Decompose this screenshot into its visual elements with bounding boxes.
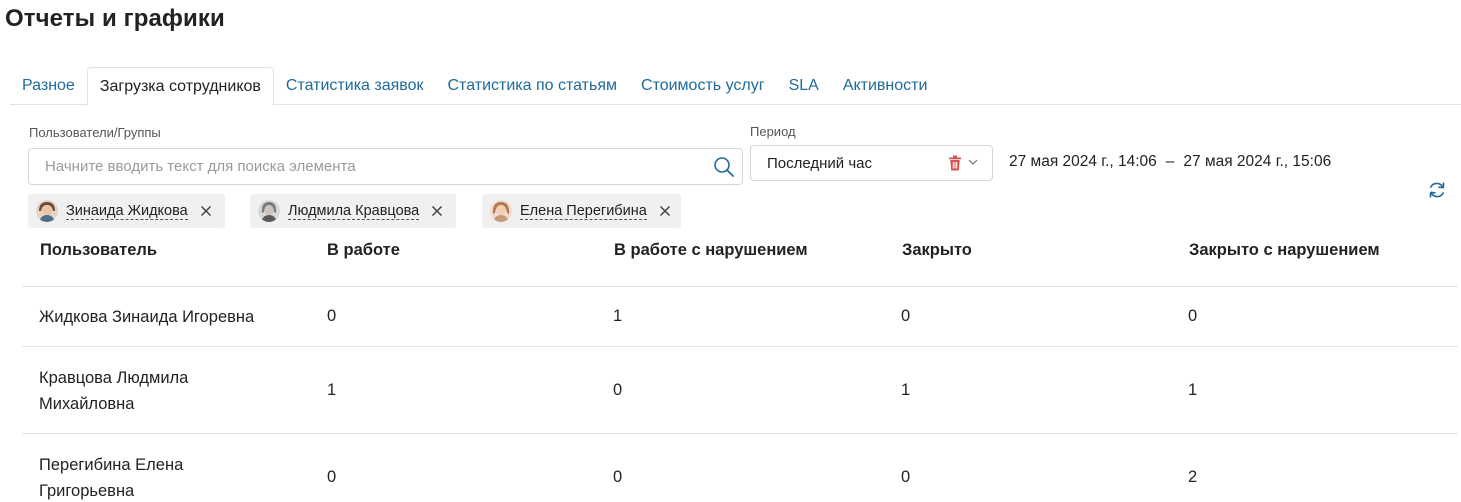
date-from: 27 мая 2024 г., 14:06 (1009, 153, 1157, 170)
tab-request-stats[interactable]: Статистика заявок (274, 67, 436, 105)
trash-icon[interactable] (948, 155, 962, 171)
user-name-cell: Кравцова Людмила Михайловна (39, 365, 188, 417)
tab-sla[interactable]: SLA (777, 67, 831, 105)
in-work-violation-cell: 1 (613, 307, 623, 325)
user-name-line: Григорьевна (39, 482, 135, 500)
close-icon[interactable] (200, 205, 212, 217)
users-search-input[interactable] (29, 149, 709, 184)
closed-violation-cell: 0 (1188, 307, 1198, 325)
user-chip: Людмила Кравцова (250, 194, 456, 228)
closed-cell: 0 (901, 307, 911, 325)
user-name-line: Михайловна (39, 395, 135, 413)
column-header[interactable]: В работе с нарушением (614, 241, 808, 260)
user-chip: Елена Перегибина (482, 194, 681, 228)
closed-violation-cell: 2 (1188, 468, 1198, 486)
closed-violation-cell: 1 (1188, 381, 1198, 399)
tab-service-cost[interactable]: Стоимость услуг (629, 67, 777, 105)
period-select-value: Последний час (767, 155, 873, 172)
chip-label[interactable]: Елена Перегибина (520, 203, 647, 220)
users-search-field (28, 148, 743, 185)
chevron-down-icon[interactable] (968, 158, 978, 166)
close-icon[interactable] (431, 205, 443, 217)
refresh-icon[interactable] (1427, 180, 1447, 200)
period-select[interactable]: Последний час (750, 145, 993, 181)
column-header[interactable]: В работе (327, 241, 400, 260)
in-work-violation-cell: 0 (613, 468, 623, 486)
closed-cell: 1 (901, 381, 911, 399)
column-header[interactable]: Закрыто с нарушением (1189, 241, 1380, 260)
report-tabs: Разное Загрузка сотрудников Статистика з… (10, 67, 1461, 106)
employee-load-table: Пользователь В работе В работе с нарушен… (22, 229, 1458, 502)
in-work-violation-cell: 0 (613, 381, 623, 399)
chip-label[interactable]: Людмила Кравцова (288, 203, 420, 220)
in-work-cell: 1 (327, 381, 337, 399)
users-groups-label: Пользователи/Группы (29, 125, 161, 140)
user-chip: Зинаида Жидкова (28, 194, 225, 228)
avatar (490, 200, 512, 222)
table-header: Пользователь В работе В работе с нарушен… (22, 229, 1458, 287)
user-name-line: Кравцова Людмила (39, 369, 189, 387)
tab-misc[interactable]: Разное (10, 67, 87, 105)
closed-cell: 0 (901, 468, 911, 486)
page-title: Отчеты и графики (5, 5, 225, 32)
avatar (258, 200, 280, 222)
user-name: Жидкова Зинаида Игоревна (39, 308, 255, 326)
date-to: 27 мая 2024 г., 15:06 (1183, 153, 1332, 170)
user-name-line: Перегибина Елена (39, 456, 184, 474)
in-work-cell: 0 (327, 307, 337, 325)
user-name-cell: Жидкова Зинаида Игоревна (39, 304, 254, 330)
table-row[interactable]: Жидкова Зинаида Игоревна 0 1 0 0 (22, 287, 1458, 347)
date-range: 27 мая 2024 г., 14:06–27 мая 2024 г., 15… (1009, 153, 1331, 171)
tab-article-stats[interactable]: Статистика по статьям (436, 67, 630, 105)
chip-label[interactable]: Зинаида Жидкова (66, 203, 188, 220)
in-work-cell: 0 (327, 468, 337, 486)
table-row[interactable]: Перегибина Елена Григорьевна 0 0 0 2 (22, 434, 1458, 502)
user-name-cell: Перегибина Елена Григорьевна (39, 452, 183, 502)
column-header[interactable]: Закрыто (902, 241, 972, 260)
date-separator: – (1165, 153, 1175, 170)
tab-activities[interactable]: Активности (831, 67, 940, 105)
table-row[interactable]: Кравцова Людмила Михайловна 1 0 1 1 (22, 347, 1458, 434)
avatar (36, 200, 58, 222)
close-icon[interactable] (659, 205, 671, 217)
column-header[interactable]: Пользователь (40, 241, 157, 260)
tab-employee-load[interactable]: Загрузка сотрудников (86, 67, 274, 106)
search-icon[interactable] (713, 156, 735, 178)
period-label: Период (750, 124, 796, 139)
